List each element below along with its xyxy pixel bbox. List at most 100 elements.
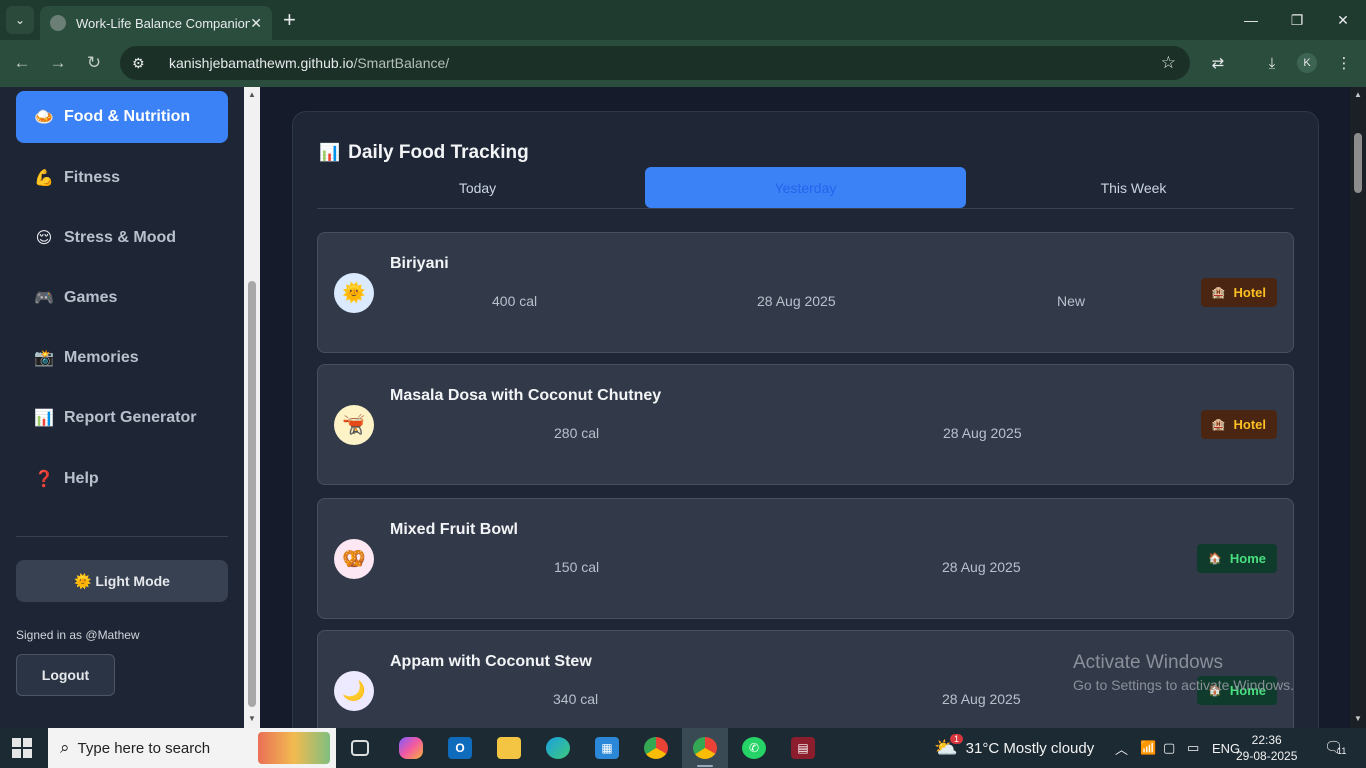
back-icon[interactable]: ← bbox=[10, 51, 34, 75]
new-tab-button[interactable]: + bbox=[283, 9, 296, 31]
light-mode-button[interactable]: 🌞 Light Mode bbox=[16, 560, 228, 602]
sidebar-item-label: Report Generator bbox=[64, 409, 197, 426]
whatsapp-icon[interactable]: ✆ bbox=[731, 728, 777, 768]
tray-chevron-icon[interactable]: ︿ bbox=[1115, 728, 1128, 768]
forward-icon[interactable]: → bbox=[46, 51, 70, 75]
card-title-text: Daily Food Tracking bbox=[348, 142, 529, 163]
food-date: 28 Aug 2025 bbox=[942, 691, 1021, 707]
meet-now-icon[interactable]: ▢ bbox=[1163, 728, 1175, 768]
food-calories: 340 cal bbox=[553, 691, 599, 707]
address-bar[interactable]: ⚙ kanishjebamathewm.github.io/SmartBalan… bbox=[120, 46, 1190, 80]
relieved-face-icon: 😌 bbox=[35, 230, 53, 247]
food-entry[interactable]: 🥨 Mixed Fruit Bowl 150 cal 28 Aug 2025 🏠… bbox=[317, 498, 1294, 619]
url-host: kanishjebamathewm.github.io bbox=[169, 55, 354, 71]
food-name: Masala Dosa with Coconut Chutney bbox=[390, 387, 662, 404]
tab-list-button[interactable]: ⌄ bbox=[6, 6, 34, 34]
logout-button[interactable]: Logout bbox=[16, 654, 115, 696]
sidebar-item-games[interactable]: 🎮 Games bbox=[16, 272, 228, 324]
chrome-profile-icon[interactable] bbox=[682, 728, 728, 768]
food-tracking-card: 📊 Daily Food Tracking Today Yesterday Th… bbox=[292, 111, 1319, 728]
tab-today[interactable]: Today bbox=[317, 167, 638, 208]
food-note: New bbox=[1057, 293, 1086, 309]
notifications-icon[interactable]: 🗨11 bbox=[1324, 738, 1346, 756]
notification-count: 11 bbox=[1337, 746, 1347, 756]
sidebar-scroll-thumb[interactable] bbox=[248, 281, 256, 707]
tab-favicon-icon bbox=[50, 15, 66, 31]
sidebar-item-fitness[interactable]: 💪 Fitness bbox=[16, 152, 228, 204]
minimize-icon[interactable]: — bbox=[1228, 0, 1274, 40]
food-name: Mixed Fruit Bowl bbox=[390, 521, 518, 538]
sidebar-item-help[interactable]: ❓ Help bbox=[16, 453, 228, 505]
sidebar-item-memories[interactable]: 📸 Memories bbox=[16, 332, 228, 384]
profile-avatar[interactable]: K bbox=[1297, 53, 1317, 73]
food-bowl-icon: 🍛 bbox=[34, 109, 54, 126]
taskbar-search-input[interactable]: ⌕ Type here to search bbox=[48, 728, 336, 768]
taskbar-clock[interactable]: 22:36 29-08-2025 bbox=[1236, 732, 1297, 764]
chrome-icon[interactable] bbox=[633, 728, 679, 768]
food-entry[interactable]: 🫕 Masala Dosa with Coconut Chutney 280 c… bbox=[317, 364, 1294, 485]
food-calories: 150 cal bbox=[554, 559, 600, 575]
edge-icon[interactable] bbox=[535, 728, 581, 768]
camera-icon: 📸 bbox=[34, 350, 54, 367]
moon-icon: 🌙 bbox=[334, 671, 374, 711]
sidebar-item-stress-mood[interactable]: 😌 Stress & Mood bbox=[16, 212, 228, 264]
page-scrollbar[interactable]: ▲ ▼ bbox=[1350, 87, 1366, 728]
battery-icon[interactable]: ▭ bbox=[1187, 728, 1199, 768]
winrar-icon[interactable]: ▤ bbox=[780, 728, 826, 768]
bookmark-star-icon[interactable]: ☆ bbox=[1161, 53, 1176, 73]
food-name: Appam with Coconut Stew bbox=[390, 653, 592, 670]
hotel-icon: 🏨 bbox=[1211, 419, 1226, 431]
weather-widget[interactable]: ⛅ 1 31°C Mostly cloudy bbox=[934, 728, 1094, 768]
sidebar-item-report-generator[interactable]: 📊 Report Generator bbox=[16, 392, 228, 444]
file-explorer-icon[interactable] bbox=[486, 728, 532, 768]
restore-icon[interactable]: ❐ bbox=[1274, 0, 1320, 40]
card-title: 📊 Daily Food Tracking bbox=[319, 142, 529, 164]
window-close-icon[interactable]: ✕ bbox=[1320, 0, 1366, 40]
reload-icon[interactable]: ↻ bbox=[82, 51, 106, 75]
location-badge: 🏠 Home bbox=[1197, 544, 1277, 573]
copilot-icon[interactable] bbox=[388, 728, 434, 768]
date-tabs: Today Yesterday This Week bbox=[317, 167, 1294, 209]
outlook-icon[interactable]: O bbox=[437, 728, 483, 768]
windows-taskbar: ⌕ Type here to search O ▦ ✆ ▤ ⛅ 1 31°C M… bbox=[0, 728, 1366, 768]
page-scroll-thumb[interactable] bbox=[1354, 133, 1362, 193]
scroll-up-icon[interactable]: ▲ bbox=[1354, 90, 1362, 99]
sidebar-item-label: Stress & Mood bbox=[64, 229, 177, 246]
microsoft-store-icon[interactable]: ▦ bbox=[584, 728, 630, 768]
sidebar-item-food-nutrition[interactable]: 🍛 Food & Nutrition bbox=[16, 91, 228, 143]
flexed-arm-icon: 💪 bbox=[34, 170, 54, 187]
home-icon: 🏠 bbox=[1208, 553, 1222, 565]
tab-yesterday[interactable]: Yesterday bbox=[645, 167, 966, 208]
url-path: /SmartBalance/ bbox=[353, 55, 450, 71]
food-entry[interactable]: 🌞 Biriyani 400 cal 28 Aug 2025 New 🏨 Hot… bbox=[317, 232, 1294, 353]
task-view-icon[interactable] bbox=[337, 728, 383, 768]
signed-in-text: Signed in as @Mathew bbox=[16, 628, 140, 642]
browser-tab[interactable]: Work-Life Balance Companion ✕ bbox=[40, 6, 272, 40]
tab-this-week[interactable]: This Week bbox=[973, 167, 1294, 208]
tab-close-icon[interactable]: ✕ bbox=[250, 15, 262, 32]
scroll-up-icon[interactable]: ▲ bbox=[248, 90, 256, 99]
sidebar-item-label: Help bbox=[64, 470, 99, 487]
menu-icon[interactable]: ⋮ bbox=[1332, 51, 1356, 75]
bar-chart-icon: 📊 bbox=[319, 143, 341, 162]
scroll-down-icon[interactable]: ▼ bbox=[248, 714, 256, 723]
food-dish-icon: 🫕 bbox=[334, 405, 374, 445]
watermark-subtitle: Go to Settings to activate Windows. bbox=[1073, 677, 1294, 693]
sidebar: 🍛 Food & Nutrition 💪 Fitness 😌 Stress & … bbox=[0, 87, 244, 728]
food-name: Biriyani bbox=[390, 255, 449, 272]
search-highlight-image bbox=[258, 732, 330, 764]
translate-icon[interactable]: ⇄ bbox=[1206, 51, 1230, 75]
location-badge: 🏨 Hotel bbox=[1200, 278, 1277, 307]
tab-title: Work-Life Balance Companion bbox=[76, 15, 251, 31]
sidebar-scrollbar[interactable]: ▲ ▼ bbox=[244, 87, 260, 728]
food-date: 28 Aug 2025 bbox=[757, 293, 836, 309]
download-icon[interactable]: ⤓ bbox=[1260, 51, 1284, 75]
windows-start-icon[interactable] bbox=[12, 738, 32, 758]
site-info-icon[interactable]: ⚙ bbox=[132, 55, 154, 72]
network-icon[interactable]: 📶 bbox=[1140, 728, 1156, 768]
bar-chart-icon: 📊 bbox=[34, 410, 54, 427]
sun-icon: 🌞 bbox=[334, 273, 374, 313]
scroll-down-icon[interactable]: ▼ bbox=[1354, 714, 1362, 723]
weather-text: 31°C Mostly cloudy bbox=[965, 739, 1095, 757]
food-date: 28 Aug 2025 bbox=[942, 559, 1021, 575]
